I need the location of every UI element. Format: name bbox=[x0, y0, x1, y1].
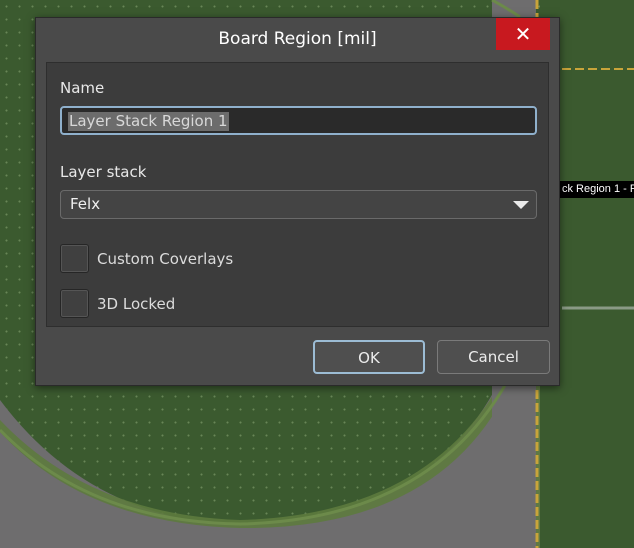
close-button[interactable]: ✕ bbox=[496, 18, 550, 50]
layer-stack-select[interactable]: Felx bbox=[60, 190, 537, 219]
name-label: Name bbox=[60, 79, 105, 97]
region-name-tag: ck Region 1 - Fe bbox=[556, 181, 634, 198]
name-input[interactable]: Layer Stack Region 1 bbox=[60, 106, 537, 135]
close-icon: ✕ bbox=[514, 22, 532, 46]
dialog-content-panel: Name Layer Stack Region 1 Layer stack Fe… bbox=[46, 62, 549, 327]
dialog-title: Board Region [mil] bbox=[218, 29, 377, 49]
ok-button[interactable]: OK bbox=[313, 340, 425, 374]
custom-coverlays-label[interactable]: Custom Coverlays bbox=[97, 250, 233, 268]
3d-locked-label[interactable]: 3D Locked bbox=[97, 295, 175, 313]
chevron-down-icon bbox=[513, 201, 529, 209]
layer-stack-label: Layer stack bbox=[60, 163, 147, 181]
3d-locked-checkbox[interactable] bbox=[60, 289, 89, 318]
cancel-button[interactable]: Cancel bbox=[437, 340, 550, 374]
layer-stack-value: Felx bbox=[70, 195, 101, 213]
dialog-titlebar[interactable]: Board Region [mil] ✕ bbox=[36, 18, 559, 62]
board-region-dialog: Board Region [mil] ✕ Name Layer Stack Re… bbox=[35, 17, 560, 386]
custom-coverlays-checkbox[interactable] bbox=[60, 244, 89, 273]
name-input-value: Layer Stack Region 1 bbox=[68, 112, 229, 131]
